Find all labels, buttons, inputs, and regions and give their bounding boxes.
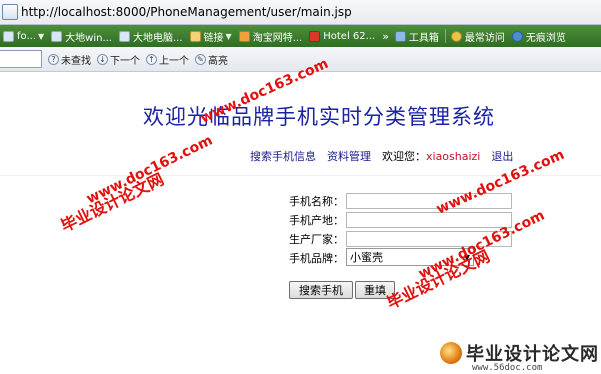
taobao-icon xyxy=(238,30,250,42)
most-visited-button[interactable]: 最常访问 xyxy=(448,27,509,45)
find-input[interactable] xyxy=(0,50,42,68)
toolbar-divider xyxy=(444,29,446,43)
favorite-item-hotel[interactable]: Hotel 62... xyxy=(306,27,379,45)
nav-profile-link[interactable]: 资料管理 xyxy=(327,150,371,163)
toolbox-icon xyxy=(394,30,406,42)
welcome-text: 欢迎您： xyxy=(382,150,426,163)
top-nav: 搜索手机信息 资料管理 欢迎您：xiaoshaizi 退出 xyxy=(250,148,513,164)
favorite-item-links[interactable]: 链接 ▼ xyxy=(187,27,236,45)
phone-origin-row: 手机产地： xyxy=(282,211,512,228)
page-icon xyxy=(3,30,14,42)
find-highlight-label: 高亮 xyxy=(208,55,228,67)
chevron-down-icon: ▼ xyxy=(38,31,45,41)
most-visited-icon xyxy=(450,30,462,42)
favorites-bar: fo... ▼ 大地win... 大地电脑... 链接 ▼ 淘宝网特... Ho… xyxy=(0,25,601,47)
find-status-label: 未查找 xyxy=(61,55,91,67)
chevron-down-icon: ▼ xyxy=(225,31,232,41)
search-phone-button[interactable]: 搜索手机 xyxy=(289,281,353,299)
find-previous-button[interactable]: ↑ 上一个 xyxy=(146,52,189,67)
private-browsing-label: 无痕浏览 xyxy=(525,32,566,44)
favorite-label: 大地电脑... xyxy=(133,32,183,44)
most-visited-label: 最常访问 xyxy=(464,32,505,44)
favorite-label: 淘宝网特... xyxy=(252,32,303,44)
private-browsing-icon xyxy=(511,30,523,42)
phone-name-label: 手机名称： xyxy=(289,194,344,208)
find-previous-label: 上一个 xyxy=(159,55,189,67)
page-icon xyxy=(51,30,63,42)
page-title: 欢迎光临品牌手机实时分类管理系统 xyxy=(143,105,495,129)
logo-icon xyxy=(440,342,462,364)
find-next-label: 下一个 xyxy=(110,55,140,67)
find-highlight-button[interactable]: ✎ 高亮 xyxy=(195,52,228,67)
brand-label: 手机品牌： xyxy=(289,251,344,265)
favorite-label: 大地win... xyxy=(65,32,112,44)
folder-icon xyxy=(189,30,201,42)
brand-row: 手机品牌： xyxy=(282,249,344,266)
page-icon xyxy=(119,30,130,42)
favorite-item-3[interactable]: 大地电脑... xyxy=(116,27,187,45)
logout-link[interactable]: 退出 xyxy=(491,150,513,163)
find-next-button[interactable]: ↓ 下一个 xyxy=(97,52,140,67)
nav-search-phone-link[interactable]: 搜索手机信息 xyxy=(250,150,316,163)
brand-selected-value: 小蜜壳 xyxy=(350,251,383,264)
arrow-up-icon: ↑ xyxy=(146,53,157,65)
manufacturer-label: 生产厂家： xyxy=(289,232,344,246)
username: xiaoshaizi xyxy=(426,150,481,163)
favorites-overflow-button[interactable]: » xyxy=(379,30,392,43)
find-icon: ? xyxy=(48,53,59,65)
pencil-icon: ✎ xyxy=(195,53,206,65)
hotel-icon xyxy=(309,30,321,42)
watermark-url: www.doc163.com xyxy=(84,132,216,208)
address-bar[interactable]: http://localhost:8000/PhoneManagement/us… xyxy=(0,0,601,25)
page-icon xyxy=(2,4,18,20)
private-browsing-button[interactable]: 无痕浏览 xyxy=(509,27,570,45)
arrow-down-icon: ↓ xyxy=(97,53,108,65)
url-text[interactable]: http://localhost:8000/PhoneManagement/us… xyxy=(21,5,352,19)
favorite-label: fo... xyxy=(17,30,36,42)
toolbox-button[interactable]: 工具箱 xyxy=(392,27,443,45)
footer-url: www.56doc.com xyxy=(472,363,543,373)
favorite-label: 链接 xyxy=(203,32,224,44)
phone-origin-label: 手机产地： xyxy=(289,213,344,227)
phone-origin-input[interactable] xyxy=(346,211,512,228)
favorite-item-1[interactable]: fo... ▼ xyxy=(0,27,48,45)
favorite-label: Hotel 62... xyxy=(323,30,376,42)
favorite-item-2[interactable]: 大地win... xyxy=(48,27,116,45)
favorite-item-taobao[interactable]: 淘宝网特... xyxy=(236,27,307,45)
find-not-found-status: ? 未查找 xyxy=(48,52,91,67)
toolbox-label: 工具箱 xyxy=(408,32,439,44)
